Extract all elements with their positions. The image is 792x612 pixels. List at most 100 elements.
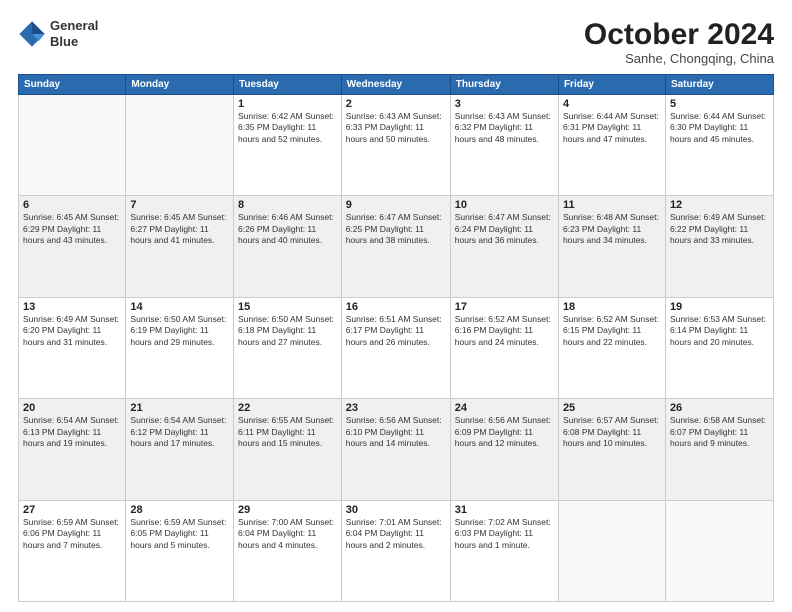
calendar-cell: 13Sunrise: 6:49 AM Sunset: 6:20 PM Dayli… (19, 297, 126, 398)
day-info: Sunrise: 6:56 AM Sunset: 6:10 PM Dayligh… (346, 415, 446, 449)
day-info: Sunrise: 6:44 AM Sunset: 6:31 PM Dayligh… (563, 111, 661, 145)
calendar-cell: 6Sunrise: 6:45 AM Sunset: 6:29 PM Daylig… (19, 196, 126, 297)
day-number: 10 (455, 199, 554, 211)
day-info: Sunrise: 6:54 AM Sunset: 6:12 PM Dayligh… (130, 415, 229, 449)
calendar-week-row: 6Sunrise: 6:45 AM Sunset: 6:29 PM Daylig… (19, 196, 774, 297)
day-number: 18 (563, 301, 661, 313)
day-info: Sunrise: 6:45 AM Sunset: 6:27 PM Dayligh… (130, 212, 229, 246)
day-info: Sunrise: 6:48 AM Sunset: 6:23 PM Dayligh… (563, 212, 661, 246)
day-info: Sunrise: 7:01 AM Sunset: 6:04 PM Dayligh… (346, 517, 446, 551)
calendar-table: SundayMondayTuesdayWednesdayThursdayFrid… (18, 74, 774, 602)
logo-line2: Blue (50, 34, 98, 50)
day-info: Sunrise: 7:00 AM Sunset: 6:04 PM Dayligh… (238, 517, 337, 551)
day-number: 12 (670, 199, 769, 211)
calendar-cell (19, 95, 126, 196)
weekday-header-wednesday: Wednesday (341, 75, 450, 95)
weekday-header-row: SundayMondayTuesdayWednesdayThursdayFrid… (19, 75, 774, 95)
location-subtitle: Sanhe, Chongqing, China (584, 51, 774, 66)
calendar-cell: 17Sunrise: 6:52 AM Sunset: 6:16 PM Dayli… (450, 297, 558, 398)
weekday-header-saturday: Saturday (665, 75, 773, 95)
calendar-cell: 22Sunrise: 6:55 AM Sunset: 6:11 PM Dayli… (233, 399, 341, 500)
calendar-cell: 12Sunrise: 6:49 AM Sunset: 6:22 PM Dayli… (665, 196, 773, 297)
day-info: Sunrise: 6:56 AM Sunset: 6:09 PM Dayligh… (455, 415, 554, 449)
calendar-week-row: 27Sunrise: 6:59 AM Sunset: 6:06 PM Dayli… (19, 500, 774, 601)
weekday-header-sunday: Sunday (19, 75, 126, 95)
day-number: 30 (346, 504, 446, 516)
day-info: Sunrise: 6:57 AM Sunset: 6:08 PM Dayligh… (563, 415, 661, 449)
calendar-cell: 16Sunrise: 6:51 AM Sunset: 6:17 PM Dayli… (341, 297, 450, 398)
day-info: Sunrise: 6:44 AM Sunset: 6:30 PM Dayligh… (670, 111, 769, 145)
logo-text: General Blue (50, 18, 98, 49)
day-info: Sunrise: 6:49 AM Sunset: 6:20 PM Dayligh… (23, 314, 121, 348)
day-info: Sunrise: 6:43 AM Sunset: 6:33 PM Dayligh… (346, 111, 446, 145)
calendar-cell: 1Sunrise: 6:42 AM Sunset: 6:35 PM Daylig… (233, 95, 341, 196)
calendar-cell: 5Sunrise: 6:44 AM Sunset: 6:30 PM Daylig… (665, 95, 773, 196)
day-info: Sunrise: 6:53 AM Sunset: 6:14 PM Dayligh… (670, 314, 769, 348)
calendar-cell: 28Sunrise: 6:59 AM Sunset: 6:05 PM Dayli… (126, 500, 234, 601)
calendar-cell: 30Sunrise: 7:01 AM Sunset: 6:04 PM Dayli… (341, 500, 450, 601)
calendar-cell: 27Sunrise: 6:59 AM Sunset: 6:06 PM Dayli… (19, 500, 126, 601)
day-info: Sunrise: 6:50 AM Sunset: 6:19 PM Dayligh… (130, 314, 229, 348)
day-info: Sunrise: 6:54 AM Sunset: 6:13 PM Dayligh… (23, 415, 121, 449)
logo: General Blue (18, 18, 98, 49)
calendar-cell: 11Sunrise: 6:48 AM Sunset: 6:23 PM Dayli… (558, 196, 665, 297)
day-number: 7 (130, 199, 229, 211)
day-number: 8 (238, 199, 337, 211)
logo-icon (18, 20, 46, 48)
calendar-cell: 14Sunrise: 6:50 AM Sunset: 6:19 PM Dayli… (126, 297, 234, 398)
day-number: 23 (346, 402, 446, 414)
day-info: Sunrise: 6:58 AM Sunset: 6:07 PM Dayligh… (670, 415, 769, 449)
calendar-cell: 25Sunrise: 6:57 AM Sunset: 6:08 PM Dayli… (558, 399, 665, 500)
calendar-week-row: 1Sunrise: 6:42 AM Sunset: 6:35 PM Daylig… (19, 95, 774, 196)
calendar-cell: 7Sunrise: 6:45 AM Sunset: 6:27 PM Daylig… (126, 196, 234, 297)
calendar-cell: 8Sunrise: 6:46 AM Sunset: 6:26 PM Daylig… (233, 196, 341, 297)
day-number: 11 (563, 199, 661, 211)
day-number: 9 (346, 199, 446, 211)
weekday-header-friday: Friday (558, 75, 665, 95)
day-number: 16 (346, 301, 446, 313)
page: General Blue October 2024 Sanhe, Chongqi… (0, 0, 792, 612)
day-number: 1 (238, 98, 337, 110)
day-info: Sunrise: 6:55 AM Sunset: 6:11 PM Dayligh… (238, 415, 337, 449)
day-info: Sunrise: 6:45 AM Sunset: 6:29 PM Dayligh… (23, 212, 121, 246)
title-block: October 2024 Sanhe, Chongqing, China (584, 18, 774, 66)
day-number: 25 (563, 402, 661, 414)
day-info: Sunrise: 6:47 AM Sunset: 6:24 PM Dayligh… (455, 212, 554, 246)
calendar-cell: 20Sunrise: 6:54 AM Sunset: 6:13 PM Dayli… (19, 399, 126, 500)
logo-line1: General (50, 18, 98, 34)
day-number: 28 (130, 504, 229, 516)
calendar-cell (558, 500, 665, 601)
calendar-cell: 19Sunrise: 6:53 AM Sunset: 6:14 PM Dayli… (665, 297, 773, 398)
day-number: 22 (238, 402, 337, 414)
day-number: 29 (238, 504, 337, 516)
calendar-cell: 2Sunrise: 6:43 AM Sunset: 6:33 PM Daylig… (341, 95, 450, 196)
day-info: Sunrise: 7:02 AM Sunset: 6:03 PM Dayligh… (455, 517, 554, 551)
calendar-cell: 29Sunrise: 7:00 AM Sunset: 6:04 PM Dayli… (233, 500, 341, 601)
day-number: 19 (670, 301, 769, 313)
day-number: 26 (670, 402, 769, 414)
day-info: Sunrise: 6:52 AM Sunset: 6:16 PM Dayligh… (455, 314, 554, 348)
day-info: Sunrise: 6:46 AM Sunset: 6:26 PM Dayligh… (238, 212, 337, 246)
calendar-cell: 26Sunrise: 6:58 AM Sunset: 6:07 PM Dayli… (665, 399, 773, 500)
calendar-cell (126, 95, 234, 196)
calendar-week-row: 20Sunrise: 6:54 AM Sunset: 6:13 PM Dayli… (19, 399, 774, 500)
calendar-cell: 21Sunrise: 6:54 AM Sunset: 6:12 PM Dayli… (126, 399, 234, 500)
calendar-cell: 31Sunrise: 7:02 AM Sunset: 6:03 PM Dayli… (450, 500, 558, 601)
calendar-cell: 18Sunrise: 6:52 AM Sunset: 6:15 PM Dayli… (558, 297, 665, 398)
day-info: Sunrise: 6:49 AM Sunset: 6:22 PM Dayligh… (670, 212, 769, 246)
day-number: 27 (23, 504, 121, 516)
weekday-header-thursday: Thursday (450, 75, 558, 95)
calendar-cell: 23Sunrise: 6:56 AM Sunset: 6:10 PM Dayli… (341, 399, 450, 500)
day-number: 14 (130, 301, 229, 313)
calendar-cell: 24Sunrise: 6:56 AM Sunset: 6:09 PM Dayli… (450, 399, 558, 500)
calendar-cell: 9Sunrise: 6:47 AM Sunset: 6:25 PM Daylig… (341, 196, 450, 297)
day-info: Sunrise: 6:50 AM Sunset: 6:18 PM Dayligh… (238, 314, 337, 348)
day-number: 2 (346, 98, 446, 110)
day-number: 17 (455, 301, 554, 313)
day-number: 13 (23, 301, 121, 313)
weekday-header-tuesday: Tuesday (233, 75, 341, 95)
month-title: October 2024 (584, 18, 774, 51)
calendar-cell: 10Sunrise: 6:47 AM Sunset: 6:24 PM Dayli… (450, 196, 558, 297)
day-info: Sunrise: 6:59 AM Sunset: 6:06 PM Dayligh… (23, 517, 121, 551)
day-info: Sunrise: 6:47 AM Sunset: 6:25 PM Dayligh… (346, 212, 446, 246)
